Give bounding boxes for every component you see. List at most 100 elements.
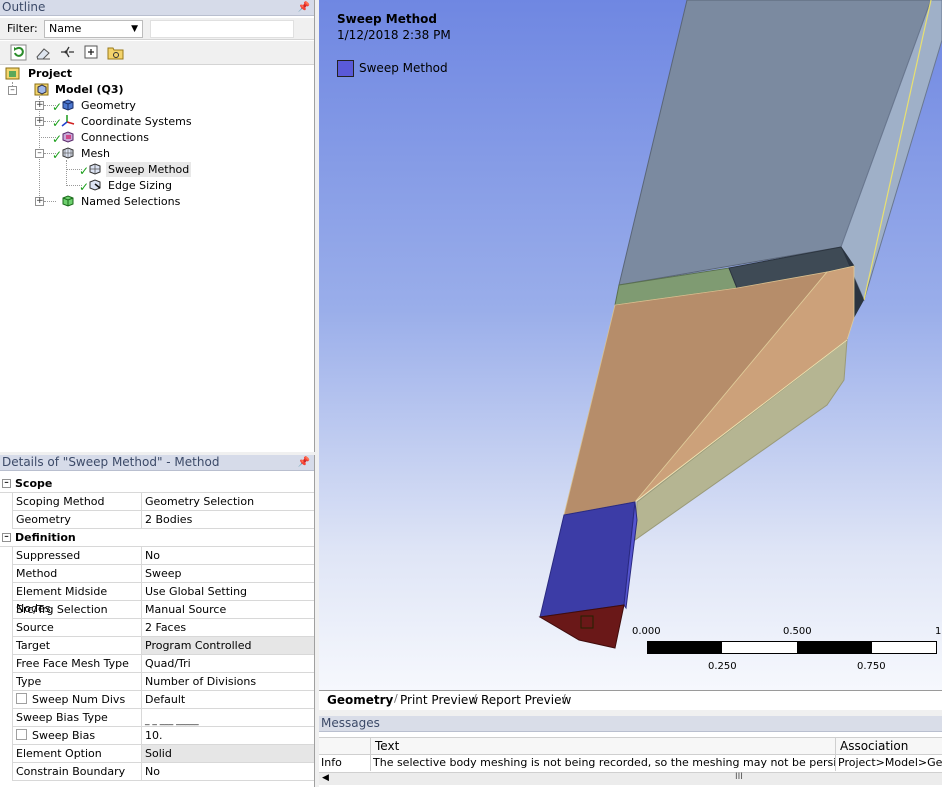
model-geometry[interactable] bbox=[319, 0, 942, 690]
outline-toolbar bbox=[0, 41, 314, 65]
scale-label: 1 bbox=[935, 626, 942, 637]
details-row-sweep-bias-type[interactable]: Sweep Bias Type _ _ ___ _____ bbox=[0, 709, 314, 727]
details-value[interactable]: 2 Faces bbox=[142, 619, 314, 637]
pin-icon[interactable]: 📌 bbox=[298, 455, 310, 470]
scale-label: 0.000 bbox=[632, 626, 661, 637]
scale-label: 0.250 bbox=[708, 661, 737, 672]
details-value[interactable]: _ _ ___ _____ bbox=[142, 709, 314, 727]
pin-icon[interactable]: 📌 bbox=[298, 0, 310, 15]
messages-col-association[interactable]: Association bbox=[836, 738, 942, 755]
parameter-checkbox[interactable] bbox=[16, 729, 27, 740]
details-row-sweep-num-divs[interactable]: Sweep Num Divs Default bbox=[0, 691, 314, 709]
details-key-text: Sweep Bias bbox=[32, 729, 96, 742]
graphics-viewport[interactable]: Sweep Method 1/12/2018 2:38 PM Sweep Met… bbox=[319, 0, 942, 690]
details-value[interactable]: Use Global Setting bbox=[142, 583, 314, 601]
tree-label-project: Project bbox=[28, 67, 73, 80]
section-scope-label: Scope bbox=[15, 477, 53, 490]
tree-label-named-selections: Named Selections bbox=[81, 195, 181, 208]
tree-collapse-model[interactable]: – bbox=[8, 86, 17, 95]
sweep-method-icon bbox=[89, 163, 101, 175]
folder-icon[interactable] bbox=[107, 44, 124, 61]
tree-label-mesh: Mesh bbox=[81, 147, 110, 160]
details-value[interactable]: Default bbox=[142, 691, 314, 709]
edge-sizing-icon bbox=[89, 179, 101, 191]
details-row-constrain-boundary[interactable]: Constrain Boundary No bbox=[0, 763, 314, 781]
details-value[interactable]: No bbox=[142, 547, 314, 565]
messages-col-text[interactable]: Text bbox=[371, 738, 836, 755]
details-value[interactable]: Manual Source bbox=[142, 601, 314, 619]
tab-geometry[interactable]: Geometry bbox=[323, 693, 397, 707]
geometry-icon bbox=[62, 99, 74, 111]
details-value[interactable]: Number of Divisions bbox=[142, 673, 314, 691]
details-value[interactable]: Sweep bbox=[142, 565, 314, 583]
filter-text-input[interactable] bbox=[150, 20, 294, 38]
details-key: Sweep Num Divs bbox=[12, 691, 142, 709]
details-row-sweep-bias[interactable]: Sweep Bias 10. bbox=[0, 727, 314, 745]
details-row-type[interactable]: Type Number of Divisions bbox=[0, 673, 314, 691]
details-row-suppressed[interactable]: Suppressed No bbox=[0, 547, 314, 565]
connection-icon[interactable] bbox=[59, 44, 76, 61]
messages-col-type[interactable] bbox=[319, 738, 371, 755]
filter-bar: Filter: Name ▼ bbox=[0, 18, 314, 40]
details-row-source[interactable]: Source 2 Faces bbox=[0, 619, 314, 637]
collapse-icon[interactable]: – bbox=[2, 533, 11, 542]
legend-swatch bbox=[337, 60, 354, 77]
details-value[interactable]: 10. bbox=[142, 727, 314, 745]
details-key: Suppressed bbox=[12, 547, 142, 565]
collapse-icon[interactable]: – bbox=[2, 479, 11, 488]
tree-expand-named-selections[interactable]: + bbox=[35, 197, 44, 206]
outline-title-bar: Outline 📌 bbox=[0, 0, 314, 16]
details-key: Sweep Bias Type bbox=[12, 709, 142, 727]
details-pane: Details of "Sweep Method" - Method 📌 – S… bbox=[0, 455, 315, 787]
message-text: The selective body meshing is not being … bbox=[373, 755, 836, 771]
details-value[interactable]: Solid bbox=[142, 745, 314, 763]
tree-label-connections: Connections bbox=[81, 131, 149, 144]
details-value[interactable]: No bbox=[142, 763, 314, 781]
section-definition[interactable]: – Definition bbox=[0, 529, 314, 547]
details-key: Element Option bbox=[12, 745, 142, 763]
details-row-target[interactable]: Target Program Controlled bbox=[0, 637, 314, 655]
details-value[interactable]: 2 Bodies bbox=[142, 511, 314, 529]
message-association: Project>Model>Geometry bbox=[838, 756, 942, 769]
details-key: Sweep Bias bbox=[12, 727, 142, 745]
tree-expand-coordinate-systems[interactable]: + bbox=[35, 117, 44, 126]
details-row-geometry[interactable]: Geometry 2 Bodies bbox=[0, 511, 314, 529]
details-row-element-midside-nodes[interactable]: Element Midside Nodes Use Global Setting bbox=[0, 583, 314, 615]
details-key: Constrain Boundary bbox=[12, 763, 142, 781]
eraser-icon[interactable] bbox=[35, 44, 52, 61]
details-row-scoping-method[interactable]: Scoping Method Geometry Selection bbox=[0, 493, 314, 511]
outline-pane: Outline 📌 Filter: Name ▼ Project – Model… bbox=[0, 0, 315, 452]
section-scope[interactable]: – Scope bbox=[0, 475, 314, 493]
details-key: Scoping Method bbox=[12, 493, 142, 511]
details-key-text: Sweep Num Divs bbox=[32, 693, 126, 706]
tree-collapse-mesh[interactable]: – bbox=[35, 149, 44, 158]
connections-icon bbox=[62, 131, 74, 143]
tab-report-preview[interactable]: Report Preview bbox=[477, 693, 575, 707]
details-value[interactable]: Quad/Tri bbox=[142, 655, 314, 673]
scrollbar-grip[interactable]: III bbox=[735, 772, 743, 782]
details-title-bar: Details of "Sweep Method" - Method 📌 bbox=[0, 455, 314, 471]
mesh-icon bbox=[62, 147, 74, 159]
tree-label-model: Model (Q3) bbox=[55, 83, 124, 96]
details-row-src-trg-selection[interactable]: Src/Trg Selection Manual Source bbox=[0, 601, 314, 619]
details-value[interactable]: Geometry Selection bbox=[142, 493, 314, 511]
expand-all-icon[interactable] bbox=[83, 44, 100, 61]
details-key: Method bbox=[12, 565, 142, 583]
details-row-free-face-mesh-type[interactable]: Free Face Mesh Type Quad/Tri bbox=[0, 655, 314, 673]
scale-label: 0.750 bbox=[857, 661, 886, 672]
horizontal-scrollbar[interactable]: ◀ III bbox=[319, 772, 942, 785]
filter-select[interactable]: Name ▼ bbox=[44, 20, 143, 38]
tree-expand-geometry[interactable]: + bbox=[35, 101, 44, 110]
arrow-left-icon[interactable]: ◀ bbox=[322, 773, 329, 783]
named-selections-icon bbox=[62, 195, 74, 207]
tree-label-edge-sizing: Edge Sizing bbox=[108, 179, 173, 192]
tab-print-preview[interactable]: Print Preview bbox=[396, 693, 482, 707]
scale-label: 0.500 bbox=[783, 626, 812, 637]
parameter-checkbox[interactable] bbox=[16, 693, 27, 704]
refresh-icon[interactable] bbox=[10, 44, 27, 61]
details-key: Free Face Mesh Type bbox=[12, 655, 142, 673]
details-row-element-option[interactable]: Element Option Solid bbox=[0, 745, 314, 763]
coordinate-system-icon bbox=[61, 115, 75, 127]
details-row-method[interactable]: Method Sweep bbox=[0, 565, 314, 583]
tree-label-coordinate-systems: Coordinate Systems bbox=[81, 115, 192, 128]
